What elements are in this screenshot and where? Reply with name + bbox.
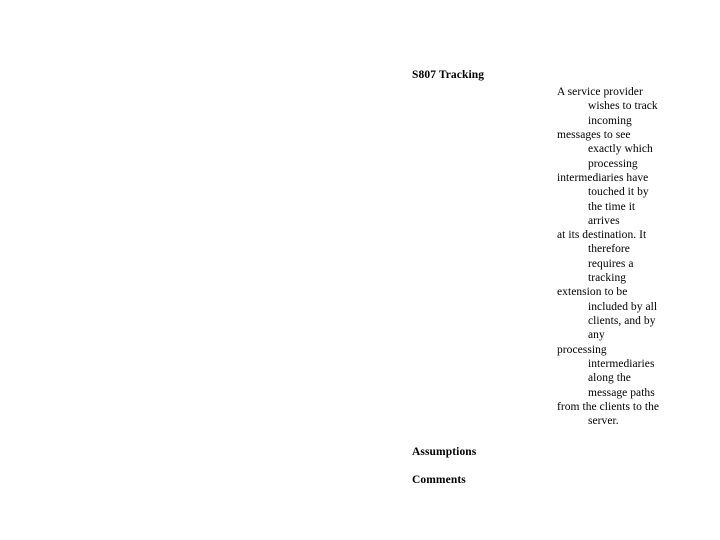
description-line: server. [588, 415, 619, 428]
page-title: S807 Tracking [412, 69, 485, 81]
description-line: A service provider [557, 86, 643, 98]
description-line: therefore [588, 243, 630, 256]
description-line: touched it by [588, 186, 649, 199]
assumptions-heading: Assumptions [412, 446, 477, 458]
description-line: at its destination. It [557, 229, 647, 242]
description-line: included by all [588, 300, 658, 313]
description-line: extension to be [557, 286, 628, 299]
description-line: arrives [588, 214, 620, 227]
document-page: S807 Tracking A service provider wishes t… [0, 0, 720, 540]
description-line: messages to see [557, 128, 631, 141]
description-line: tracking [588, 272, 627, 285]
description-paragraph: A service provider wishes to track incomin… [557, 85, 687, 429]
description-line: the time it [588, 200, 636, 213]
description-line: intermediaries [588, 357, 655, 370]
comments-heading: Comments [412, 474, 466, 486]
description-line: wishes to track [588, 100, 658, 113]
description-line: along the [588, 372, 631, 385]
description-line: clients, and by [588, 315, 656, 327]
description-line: processing [588, 157, 638, 170]
description-line: intermediaries have [557, 171, 649, 184]
description-line: incoming [588, 114, 632, 127]
description-line: exactly which [588, 143, 653, 156]
description-line: from the clients to the [557, 400, 660, 413]
description-line: processing [557, 343, 607, 356]
description-line: requires a [588, 257, 634, 270]
description-line: any [588, 329, 605, 342]
description-line: message paths [588, 386, 655, 399]
